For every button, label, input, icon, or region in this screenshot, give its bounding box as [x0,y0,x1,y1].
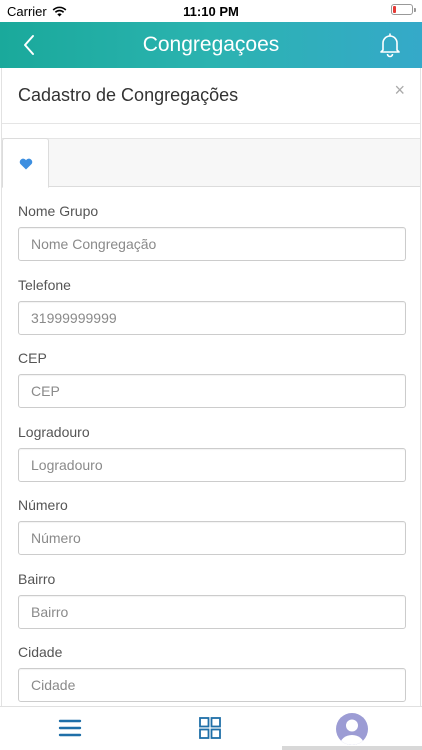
hamburger-menu-icon[interactable] [58,718,82,738]
nome-grupo-input[interactable] [18,227,406,261]
page-title: Congregaçoes [142,33,280,56]
numero-input[interactable] [18,521,406,555]
field-label: Cidade [18,644,63,660]
bottom-tab-bar [0,706,422,750]
bell-icon[interactable] [378,32,402,58]
congregation-form: Nome Grupo Telefone CEP Logradouro Númer… [2,187,420,702]
field-label: Número [18,497,68,513]
field-nome-grupo: Nome Grupo [18,187,406,261]
field-label: Telefone [18,276,71,293]
status-bar: Carrier 11:10 PM [0,0,422,22]
close-icon[interactable]: × [394,80,405,101]
cep-input[interactable] [18,374,406,408]
field-label: CEP [18,350,47,366]
field-logradouro: Logradouro [18,408,406,482]
cidade-input[interactable] [18,668,406,702]
bairro-input[interactable] [18,594,406,629]
field-label: Nome Grupo [18,203,99,219]
heart-icon [19,158,33,170]
field-cidade: Cidade [18,628,406,702]
field-bairro: Bairro [18,555,406,629]
modal-title: Cadastro de Congregações [18,85,239,105]
tab-bar [2,138,420,188]
grid-icon[interactable] [198,716,222,740]
field-cep: CEP [18,334,406,408]
home-indicator [282,746,422,750]
field-label: Logradouro [18,423,90,440]
tab-favorites[interactable] [2,138,49,188]
avatar-silhouette [340,719,364,745]
telefone-input[interactable] [18,300,406,335]
register-modal: Cadastro de Congregações × Nome Grupo Te… [1,68,421,708]
user-avatar-icon[interactable] [336,713,368,745]
field-label: Bairro [18,570,56,587]
field-numero: Número [18,481,406,555]
status-time: 11:10 PM [183,4,239,19]
battery-icon [391,4,416,15]
logradouro-input[interactable] [18,447,406,482]
top-navbar: Congregaçoes [0,22,422,68]
field-telefone: Telefone [18,261,406,335]
modal-header: Cadastro de Congregações × [2,68,420,124]
